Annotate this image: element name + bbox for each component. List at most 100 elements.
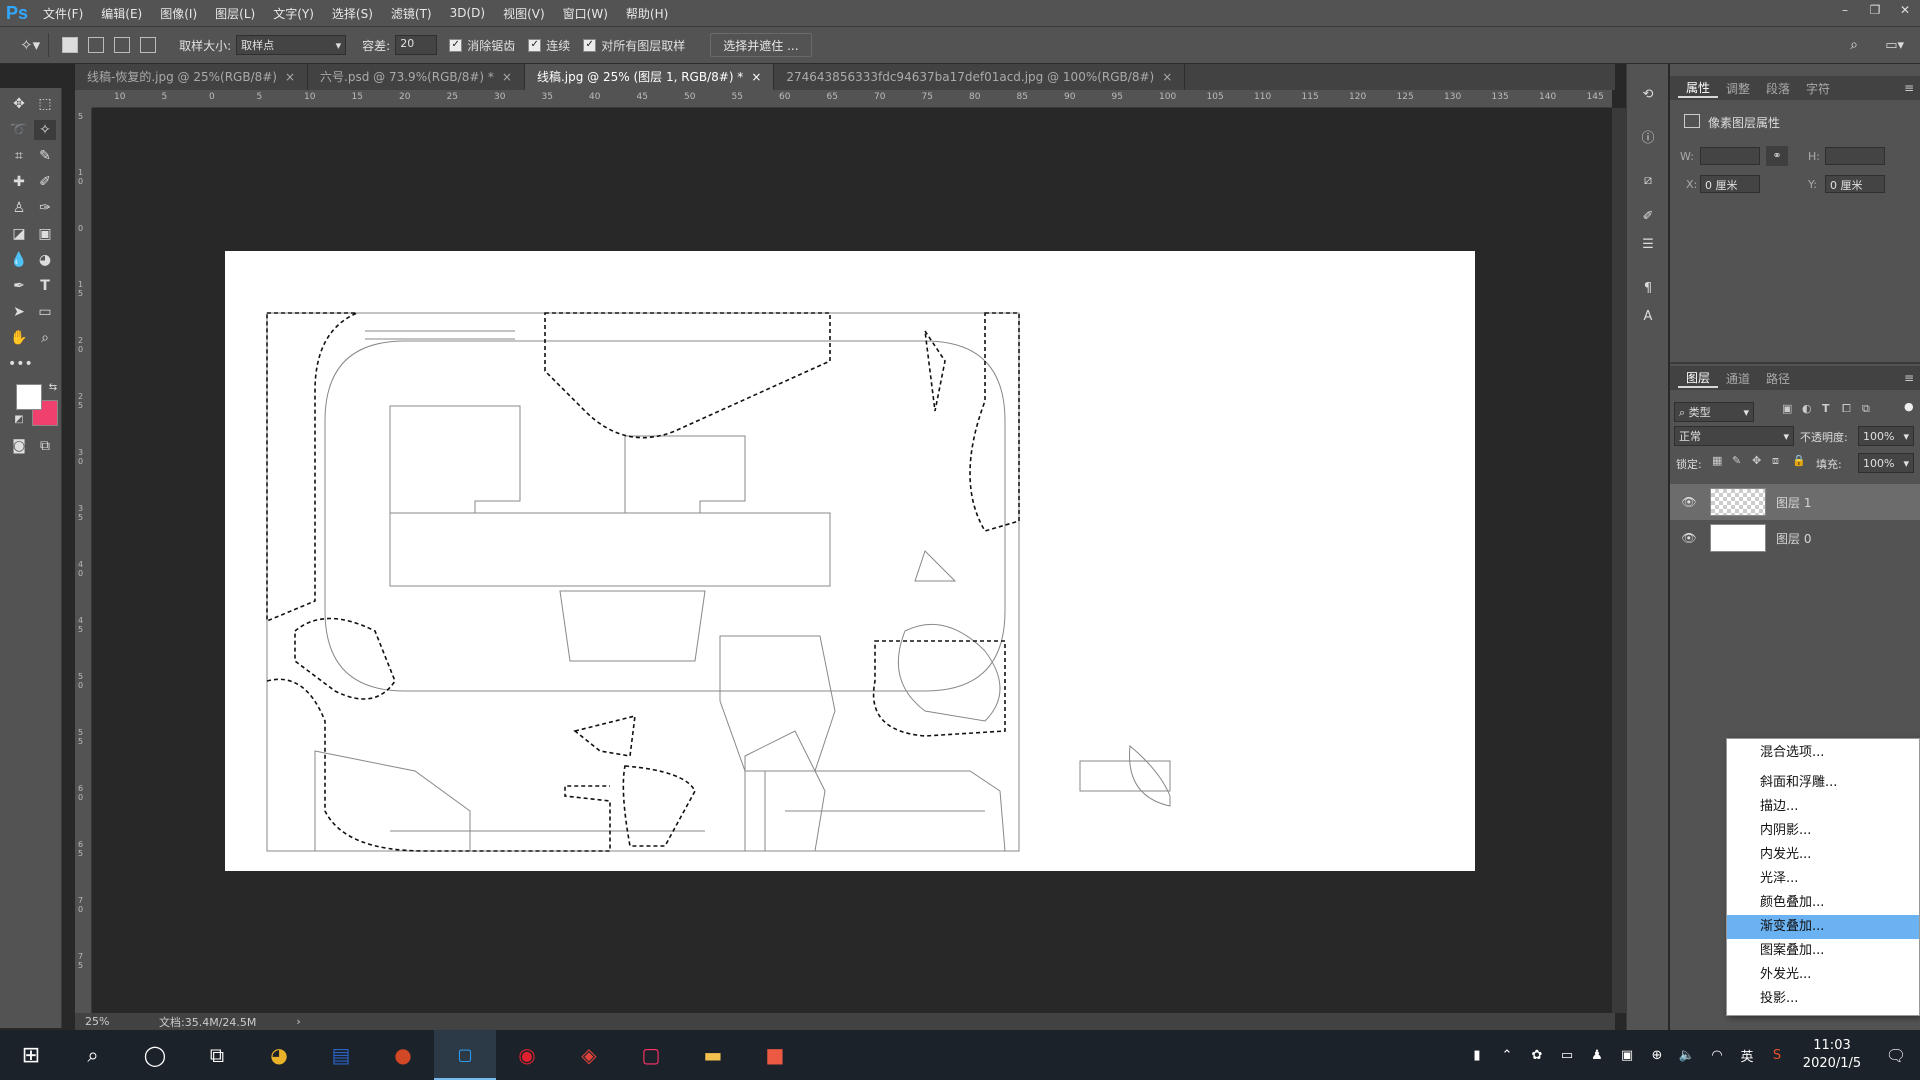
battery-icon[interactable]: ▮ <box>1462 1048 1492 1063</box>
chevron-up-icon[interactable]: ⌃ <box>1492 1048 1522 1063</box>
tab-adjustments[interactable]: 调整 <box>1718 80 1758 97</box>
zoom-tool-icon[interactable]: ⌕ <box>34 328 56 348</box>
menu-item-gradient-overlay[interactable]: 渐变叠加... <box>1727 915 1919 939</box>
indesign-app-icon[interactable]: ▢ <box>620 1030 682 1080</box>
width-input[interactable] <box>1700 147 1760 165</box>
path-select-icon[interactable]: ➤ <box>8 302 30 322</box>
eyedropper-tool-icon[interactable]: ✎ <box>34 146 56 166</box>
filter-smart-icon[interactable]: ⧉ <box>1862 402 1870 416</box>
filter-toggle-icon[interactable]: ● <box>1904 400 1914 413</box>
chrome-app-icon[interactable]: ◕ <box>248 1030 310 1080</box>
panel-menu-icon[interactable]: ≡ <box>1904 81 1914 95</box>
restore-icon[interactable]: ❐ <box>1860 0 1890 22</box>
wifi-icon[interactable]: ◠ <box>1702 1048 1732 1063</box>
menu-3d[interactable]: 3D(D) <box>441 6 494 20</box>
word-app-icon[interactable]: ▤ <box>310 1030 372 1080</box>
layer-filter-dropdown[interactable]: ⌕ 类型 ▾ <box>1674 402 1754 422</box>
blend-mode-dropdown[interactable]: 正常 ▾ <box>1674 426 1794 446</box>
tray-app-icon[interactable]: ✿ <box>1522 1048 1552 1063</box>
paragraph-icon[interactable]: ¶ <box>1637 278 1659 300</box>
doc-tab-1[interactable]: 线稿-恢复的.jpg @ 25%(RGB/8#) × <box>75 64 309 90</box>
brush-tool-icon[interactable]: ✐ <box>34 172 56 192</box>
close-tab-icon[interactable]: × <box>751 70 761 84</box>
cortana-icon[interactable]: ◯ <box>124 1030 186 1080</box>
default-colors-icon[interactable]: ◩ <box>8 410 30 430</box>
menu-type[interactable]: 文字(Y) <box>264 5 323 22</box>
new-selection-icon[interactable] <box>62 37 79 53</box>
tolerance-input[interactable]: 20 <box>395 35 438 55</box>
crop-tool-icon[interactable]: ⌗ <box>8 146 30 166</box>
search-icon[interactable]: ⌕ <box>1850 37 1858 53</box>
rectangle-tool-icon[interactable]: ▭ <box>34 302 56 322</box>
character-icon[interactable]: A <box>1637 306 1659 328</box>
doc-tab-2[interactable]: 六号.psd @ 73.9%(RGB/8#) * × <box>308 64 525 90</box>
menu-item-satin[interactable]: 光泽... <box>1727 867 1919 891</box>
history-icon[interactable]: ⟲ <box>1637 84 1659 106</box>
eraser-tool-icon[interactable]: ◪ <box>8 224 30 244</box>
wps-app-icon[interactable]: ■ <box>744 1030 806 1080</box>
height-input[interactable] <box>1825 147 1885 165</box>
filter-type-icon[interactable]: T <box>1822 402 1830 415</box>
lock-position-icon[interactable]: ✥ <box>1752 454 1761 467</box>
task-view-icon[interactable]: ⧉ <box>186 1030 248 1080</box>
sogou-icon[interactable]: S <box>1762 1048 1792 1063</box>
filter-adjust-icon[interactable]: ◐ <box>1802 402 1812 415</box>
close-tab-icon[interactable]: × <box>1162 70 1172 84</box>
tray-user-icon[interactable]: ♟ <box>1582 1048 1612 1063</box>
magic-wand-icon[interactable]: ✧▾ <box>20 36 40 54</box>
layer-row[interactable]: 👁 图层 0 <box>1670 520 1920 556</box>
swap-colors-icon[interactable]: ⇆ <box>42 378 64 398</box>
tab-layers[interactable]: 图层 <box>1678 369 1719 388</box>
eye-icon[interactable]: 👁 <box>1678 531 1700 545</box>
tab-paths[interactable]: 路径 <box>1758 370 1798 387</box>
file-explorer-icon[interactable]: ▬ <box>682 1030 744 1080</box>
menu-filter[interactable]: 滤镜(T) <box>382 5 441 22</box>
type-tool-icon[interactable]: T <box>34 276 56 296</box>
select-and-mask-button[interactable]: 选择并遮住 ... <box>710 33 812 57</box>
menu-image[interactable]: 图像(I) <box>151 5 206 22</box>
pen-tool-icon[interactable]: ✒ <box>8 276 30 296</box>
notification-icon[interactable]: 🗨 <box>1872 1046 1920 1065</box>
lock-artboard-icon[interactable]: ⧈ <box>1772 454 1779 468</box>
layer-name[interactable]: 图层 0 <box>1776 530 1811 547</box>
layer-name[interactable]: 图层 1 <box>1776 494 1811 511</box>
info-icon[interactable]: ⓘ <box>1637 128 1659 150</box>
menu-help[interactable]: 帮助(H) <box>617 5 677 22</box>
vertical-ruler[interactable]: 5 1 0 0 1 5 2 0 2 5 3 0 3 5 4 0 4 5 5 0 5 5 6 0 6 5 7 … <box>75 108 92 1013</box>
filter-shape-icon[interactable]: ⧠ <box>1842 402 1851 416</box>
clock[interactable]: 11:03 2020/1/5 <box>1792 1037 1872 1073</box>
menu-layer[interactable]: 图层(L) <box>206 5 264 22</box>
photoshop-app-icon[interactable]: ▢ <box>434 1030 496 1080</box>
adjustments-icon[interactable]: ☰ <box>1637 234 1659 256</box>
menu-item-color-overlay[interactable]: 颜色叠加... <box>1727 891 1919 915</box>
panel-menu-icon[interactable]: ≡ <box>1904 371 1914 385</box>
powerpoint-app-icon[interactable]: ● <box>372 1030 434 1080</box>
volume-icon[interactable]: 🔈 <box>1672 1048 1702 1063</box>
intersect-selection-icon[interactable] <box>140 37 157 53</box>
fill-input[interactable]: 100% ▾ <box>1858 453 1914 473</box>
workspace-icon[interactable]: ▭▾ <box>1885 38 1904 53</box>
quick-mask-icon[interactable]: ◙ <box>8 436 30 456</box>
y-input[interactable]: 0 厘米 <box>1825 175 1885 193</box>
magic-wand-tool-icon[interactable]: ✧ <box>34 120 56 140</box>
menu-file[interactable]: 文件(F) <box>34 5 92 22</box>
horizontal-ruler[interactable]: 10 5 0 5 10 15 20 25 30 35 40 45 50 55 60 65 70 75 80 85 90 9… <box>92 90 1612 108</box>
screen-mode-icon[interactable]: ⧉ <box>34 436 56 456</box>
history-brush-icon[interactable]: ✑ <box>34 198 56 218</box>
sketchup-app-icon[interactable]: ◈ <box>558 1030 620 1080</box>
close-tab-icon[interactable]: × <box>502 70 512 84</box>
antialias-checkbox[interactable]: ✓ <box>449 38 463 52</box>
navigator-icon[interactable]: ⧄ <box>1637 170 1659 192</box>
blur-tool-icon[interactable]: 💧 <box>8 250 30 270</box>
menu-view[interactable]: 视图(V) <box>494 5 554 22</box>
healing-tool-icon[interactable]: ✚ <box>8 172 30 192</box>
doc-tab-4[interactable]: 274643856333fdc94637ba17def01acd.jpg @ 1… <box>774 64 1186 90</box>
tab-properties[interactable]: 属性 <box>1678 79 1719 98</box>
menu-item-bevel-emboss[interactable]: 斜面和浮雕... <box>1727 771 1919 795</box>
marquee-tool-icon[interactable]: ⬚ <box>34 94 56 114</box>
hand-tool-icon[interactable]: ✋ <box>8 328 30 348</box>
menu-item-stroke[interactable]: 描边... <box>1727 795 1919 819</box>
menu-item-pattern-overlay[interactable]: 图案叠加... <box>1727 939 1919 963</box>
tab-character[interactable]: 字符 <box>1798 80 1838 97</box>
filter-pixel-icon[interactable]: ▣ <box>1782 402 1792 415</box>
